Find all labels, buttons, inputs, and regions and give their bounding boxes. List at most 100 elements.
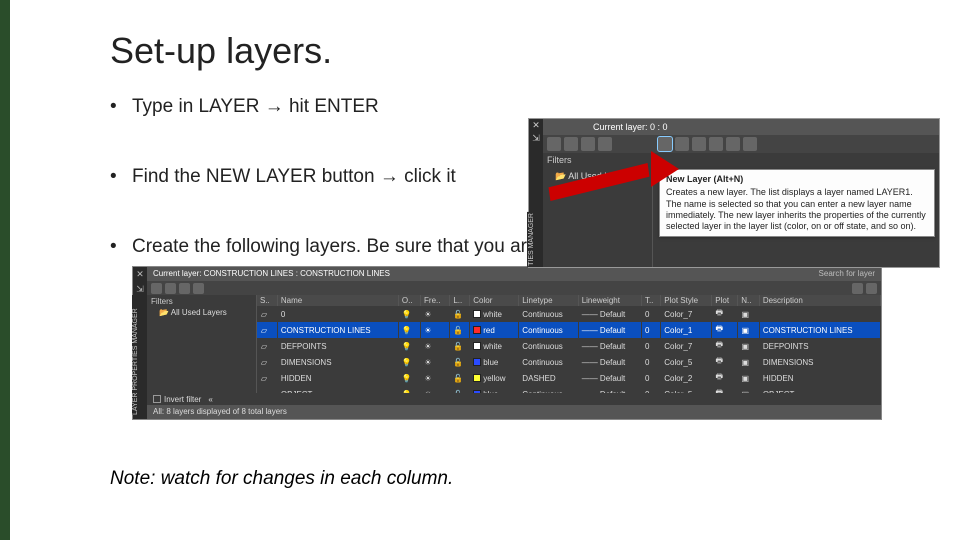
- cell[interactable]: Continuous: [519, 386, 578, 393]
- cell[interactable]: 0: [641, 354, 660, 370]
- lock-icon[interactable]: 🔓: [453, 390, 461, 394]
- column-header[interactable]: L..: [450, 295, 470, 306]
- column-header[interactable]: Plot: [712, 295, 738, 306]
- sun-icon[interactable]: ☀: [424, 374, 432, 383]
- toolbar-icon[interactable]: [692, 137, 706, 151]
- column-header[interactable]: T..: [641, 295, 660, 306]
- toolbar-icon[interactable]: [675, 137, 689, 151]
- set-current-icon[interactable]: [193, 283, 204, 294]
- cell[interactable]: OBJECT: [277, 386, 398, 393]
- cell[interactable]: 🔓: [450, 370, 470, 386]
- cell[interactable]: ▱: [257, 370, 277, 386]
- filter-all-used[interactable]: 📂 All Used Laye: [547, 169, 648, 184]
- cell[interactable]: 🔓: [450, 322, 470, 338]
- cell[interactable]: 🖶: [712, 306, 738, 322]
- settings-icon[interactable]: [866, 283, 877, 294]
- color-swatch[interactable]: [473, 390, 481, 393]
- cell[interactable]: Color_2: [661, 370, 712, 386]
- color-swatch[interactable]: [473, 374, 481, 382]
- plot-icon[interactable]: 🖶: [715, 307, 723, 321]
- cell[interactable]: —— Default: [578, 306, 641, 322]
- cell[interactable]: 0: [641, 306, 660, 322]
- column-header[interactable]: Plot Style: [661, 295, 712, 306]
- new-vp-icon[interactable]: ▣: [741, 374, 749, 383]
- new-vp-icon[interactable]: ▣: [741, 310, 749, 319]
- toolbar-icon[interactable]: [581, 137, 595, 151]
- cell[interactable]: 0: [641, 338, 660, 354]
- pin-icon[interactable]: ⇲: [532, 134, 540, 143]
- cell[interactable]: —— Default: [578, 386, 641, 393]
- lock-icon[interactable]: 🔓: [453, 358, 461, 367]
- cell[interactable]: DIMENSIONS: [277, 354, 398, 370]
- lightbulb-icon[interactable]: 💡: [402, 374, 410, 383]
- checkbox-icon[interactable]: [153, 395, 161, 403]
- cell[interactable]: 💡: [398, 306, 420, 322]
- column-header[interactable]: O..: [398, 295, 420, 306]
- column-header[interactable]: S..: [257, 295, 277, 306]
- plot-icon[interactable]: 🖶: [715, 387, 723, 393]
- lightbulb-icon[interactable]: 💡: [402, 390, 410, 394]
- cell[interactable]: ▣: [738, 386, 760, 393]
- column-header[interactable]: N..: [738, 295, 760, 306]
- cell[interactable]: 0: [641, 322, 660, 338]
- cell[interactable]: white: [470, 306, 519, 322]
- new-layer-icon[interactable]: [151, 283, 162, 294]
- cell[interactable]: DIMENSIONS: [759, 354, 880, 370]
- cell[interactable]: 0: [641, 386, 660, 393]
- sun-icon[interactable]: ☀: [424, 358, 432, 367]
- cell[interactable]: yellow: [470, 370, 519, 386]
- cell[interactable]: red: [470, 322, 519, 338]
- toolbar-icon[interactable]: [598, 137, 612, 151]
- column-header[interactable]: Lineweight: [578, 295, 641, 306]
- layer-row[interactable]: ▱HIDDEN💡☀🔓yellowDASHED—— Default0Color_2…: [257, 370, 881, 386]
- column-header[interactable]: Description: [759, 295, 880, 306]
- cell[interactable]: 🖶: [712, 370, 738, 386]
- delete-layer-icon[interactable]: [179, 283, 190, 294]
- cell[interactable]: Color_7: [661, 306, 712, 322]
- refresh-icon[interactable]: [852, 283, 863, 294]
- cell[interactable]: white: [470, 338, 519, 354]
- cell[interactable]: 🔓: [450, 338, 470, 354]
- cell[interactable]: ▱: [257, 322, 277, 338]
- lightbulb-icon[interactable]: 💡: [402, 310, 410, 319]
- lock-icon[interactable]: 🔓: [453, 342, 461, 351]
- invert-filter[interactable]: Invert filter «: [147, 393, 213, 405]
- sun-icon[interactable]: ☀: [424, 390, 432, 394]
- cell[interactable]: 💡: [398, 370, 420, 386]
- cell[interactable]: Color_5: [661, 354, 712, 370]
- layer-row[interactable]: ▱DIMENSIONS💡☀🔓blueContinuous—— Default0C…: [257, 354, 881, 370]
- layer-row[interactable]: ▱OBJECT💡☀🔓blueContinuous—— Default0Color…: [257, 386, 881, 393]
- search-input[interactable]: Search for layer: [819, 267, 875, 281]
- cell[interactable]: 0: [277, 306, 398, 322]
- toolbar-icon[interactable]: [564, 137, 578, 151]
- cell[interactable]: —— Default: [578, 338, 641, 354]
- cell[interactable]: ▣: [738, 370, 760, 386]
- cell[interactable]: 🔓: [450, 306, 470, 322]
- color-swatch[interactable]: [473, 326, 481, 334]
- cell[interactable]: blue: [470, 386, 519, 393]
- plot-icon[interactable]: 🖶: [715, 339, 723, 353]
- cell[interactable]: 0: [641, 370, 660, 386]
- cell[interactable]: DEFPOINTS: [759, 338, 880, 354]
- cell[interactable]: ▣: [738, 354, 760, 370]
- cell[interactable]: Color_1: [661, 322, 712, 338]
- cell[interactable]: Continuous: [519, 322, 578, 338]
- layer-row[interactable]: ▱0💡☀🔓whiteContinuous—— Default0Color_7🖶▣: [257, 306, 881, 322]
- lock-icon[interactable]: 🔓: [453, 310, 461, 319]
- cell[interactable]: Continuous: [519, 354, 578, 370]
- plot-icon[interactable]: 🖶: [715, 371, 723, 385]
- close-icon[interactable]: ✕: [136, 269, 144, 280]
- cell[interactable]: Color_5: [661, 386, 712, 393]
- lock-icon[interactable]: 🔓: [453, 326, 461, 335]
- cell[interactable]: —— Default: [578, 354, 641, 370]
- column-header[interactable]: Fre..: [421, 295, 450, 306]
- cell[interactable]: 🖶: [712, 354, 738, 370]
- cell[interactable]: 💡: [398, 338, 420, 354]
- cell[interactable]: 🔓: [450, 354, 470, 370]
- sun-icon[interactable]: ☀: [424, 310, 432, 319]
- column-header[interactable]: Name: [277, 295, 398, 306]
- cell[interactable]: ☀: [421, 306, 450, 322]
- cell[interactable]: ▱: [257, 354, 277, 370]
- lightbulb-icon[interactable]: 💡: [402, 342, 410, 351]
- cell[interactable]: HIDDEN: [759, 370, 880, 386]
